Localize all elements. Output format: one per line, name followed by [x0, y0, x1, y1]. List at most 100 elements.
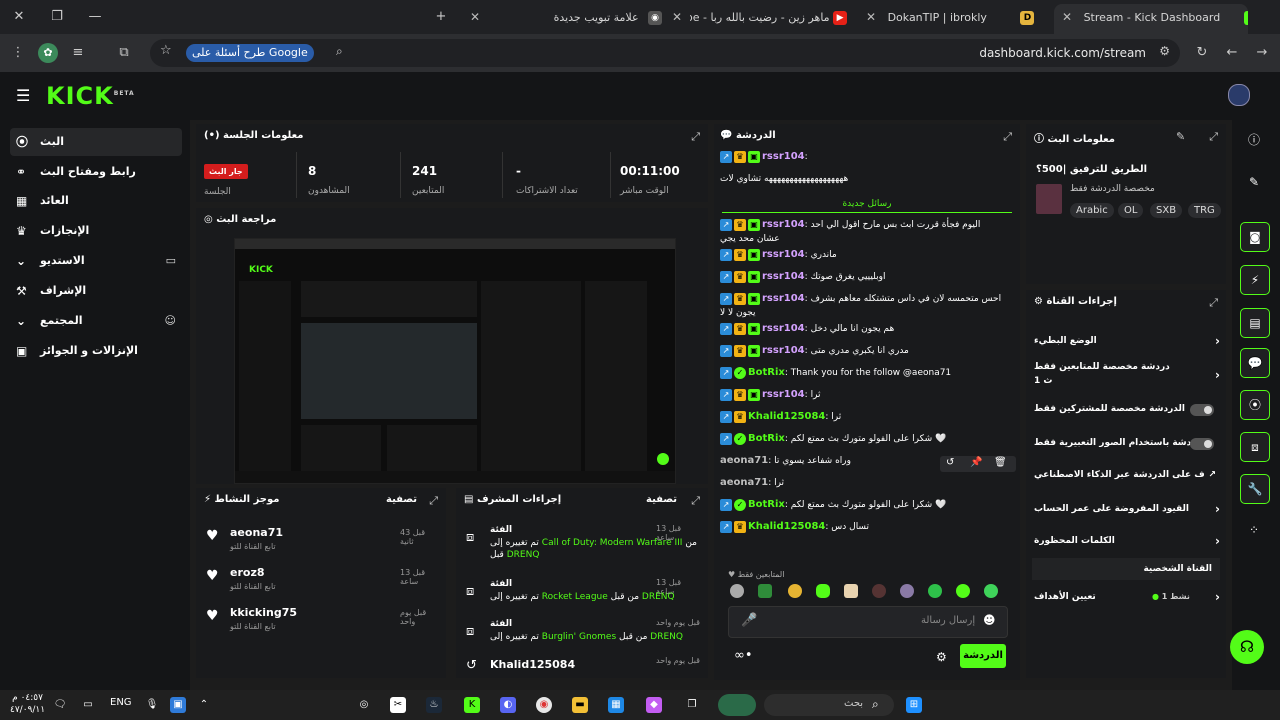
layout-icon[interactable]: ⧈ [1240, 432, 1270, 462]
expand-icon[interactable]: ⤢ [691, 494, 700, 508]
chat-message[interactable]: ↗ ♛ ▣ rssr104: هم يجون انا مالي دخل [720, 322, 1002, 336]
chat-message[interactable]: ↗ ♛ ▣ rssr104: مدري انا يكبري مدري متى [720, 344, 1002, 358]
copilot-icon[interactable]: ◆ [646, 697, 662, 713]
task-view-icon[interactable]: ❐ [684, 697, 700, 713]
emote-icon[interactable] [956, 584, 970, 598]
emote-icon[interactable] [984, 584, 998, 598]
expand-icon[interactable]: ⤢ [1209, 296, 1218, 310]
support-headset-icon[interactable]: ☊ [1230, 630, 1264, 664]
emote-only-toggle[interactable] [1190, 438, 1214, 450]
chat-username[interactable]: BotRix [748, 367, 785, 378]
tab-dokantip[interactable]: ✕ DokanTIP | ibrokly D [858, 4, 1052, 30]
language-indicator[interactable]: ENG [110, 697, 132, 708]
ai-moderation-row[interactable]: الإشراف على الدردشة عبر الذكاء الاصطناعي… [1034, 466, 1222, 490]
emote-icon[interactable] [758, 584, 772, 598]
chat-message[interactable]: ↗ ♛ ▣ rssr104: اليوم فجأة قررت ابث بس مارح … [720, 218, 1002, 246]
store-icon[interactable]: ▦ [608, 697, 624, 713]
file-explorer-icon[interactable]: ▬ [572, 697, 588, 713]
more-tools-icon[interactable]: ⁘ [1240, 516, 1268, 544]
emoji-icon[interactable]: ☻ [983, 613, 996, 627]
chat-username[interactable]: rssr104 [762, 293, 805, 304]
set-goals-row[interactable]: تعيين الأهداف ● نشط 1 › [1034, 588, 1222, 612]
obs-icon[interactable]: ◎ [356, 697, 372, 713]
back-icon[interactable]: ← [1222, 43, 1242, 63]
chat-message[interactable]: ↗ ♛ Khalid125084: تسال دس [720, 520, 1002, 534]
chat-message[interactable]: ↗ ♛ ▣ rssr104: احس متحمسه لان في داس متشتكل… [720, 292, 1002, 320]
discord-icon[interactable]: ◐ [500, 697, 516, 713]
emote-icon[interactable] [872, 584, 886, 598]
chat-username[interactable]: rssr104 [762, 345, 805, 356]
emote-icon[interactable] [816, 584, 830, 598]
chat-message[interactable]: ↗ ♛ Khalid125084: ثرا [720, 410, 1002, 424]
chat-username[interactable]: rssr104 [762, 249, 805, 260]
notifications-icon[interactable]: 🗨 [52, 697, 68, 713]
activity-name[interactable]: kkicking75 [230, 606, 297, 619]
close-tab-icon[interactable]: ✕ [672, 10, 682, 24]
settings-icon[interactable]: ⚙ [936, 650, 947, 664]
edit-icon[interactable]: ✎ [1176, 130, 1185, 143]
omnibox[interactable]: ☆ طرح أسئلة على Google ⌕ dashboard.kick.… [150, 39, 1180, 67]
chat-username[interactable]: Khalid125084 [748, 411, 825, 422]
chat-username[interactable]: aeona71 [720, 477, 768, 488]
display-icon[interactable]: ▭ [80, 697, 96, 713]
nav-item-drops[interactable]: ▣ الإنزالات و الجوائز [10, 337, 182, 365]
nav-item-stream[interactable]: ⦿ البث [10, 128, 182, 156]
nav-item-achievements[interactable]: ♛ الإنجازات [10, 217, 182, 245]
chat-input[interactable]: 🎤 إرسال رسالة ☻ [728, 606, 1008, 638]
delete-icon[interactable]: 🗑 [994, 457, 1007, 468]
close-window-icon[interactable]: ✕ [8, 6, 30, 28]
nav-item-studio[interactable]: ⌄ الاستديو ▭ [10, 247, 182, 275]
nav-item-moderation[interactable]: ⚒ الإشراف [10, 277, 182, 305]
edit-icon[interactable]: ✎ [1240, 168, 1268, 196]
camera-icon[interactable]: ◙ [1240, 222, 1270, 252]
site-info-icon[interactable]: ⚙ [1159, 44, 1170, 58]
reload-icon[interactable]: ↻ [1192, 43, 1212, 63]
activity-name[interactable]: aeona71 [230, 526, 283, 539]
nav-item-revenue[interactable]: ▦ العائد [10, 187, 182, 215]
emote-icon[interactable] [900, 584, 914, 598]
forward-icon[interactable]: → [1252, 43, 1272, 63]
chat-message[interactable]: ↗ ♛ ▣ rssr104: ثرا [720, 388, 1002, 402]
wrench-icon[interactable]: 🔧 [1240, 474, 1270, 504]
chat-message[interactable]: ↗ ♛ ▣ rssr104: اوبليييي يغرق صوتك [720, 270, 1002, 284]
account-age-row[interactable]: القيود المفروضة على عمر الحساب › [1034, 500, 1222, 524]
chat-username[interactable]: rssr104 [762, 389, 805, 400]
chat-message[interactable]: aeona71: ثرا [720, 476, 1002, 490]
chat-username[interactable]: rssr104 [762, 271, 805, 282]
tab-kick-dashboard[interactable]: ✕ Stream - Kick Dashboard K [1054, 4, 1248, 34]
reply-icon[interactable]: ↺ [946, 457, 954, 468]
extension-icon[interactable]: ✿ [38, 43, 58, 63]
reading-list-icon[interactable]: ≡ [68, 43, 88, 63]
chat-username[interactable]: BotRix [748, 499, 785, 510]
flash-icon[interactable]: ⚡ [1240, 265, 1270, 295]
subs-only-toggle[interactable] [1190, 404, 1214, 416]
tab-youtube[interactable]: ✕ ماهر زين - رضيت بالله ربا - YouTube ▶ [664, 4, 858, 30]
mod-heading[interactable]: Khalid125084 [490, 658, 575, 671]
chat-username[interactable]: rssr104 [762, 323, 805, 334]
chat-messages[interactable]: ↗ ♛ ▣ rssr104: هههههههههههههههههههه تشاوي ل… [714, 150, 1020, 560]
app-tray-icon[interactable]: ▣ [170, 697, 186, 713]
widgets-icon[interactable] [718, 694, 756, 716]
emote-icon[interactable] [928, 584, 942, 598]
google-ask-pill[interactable]: طرح أسئلة على Google [186, 44, 314, 62]
stream-preview-video[interactable]: KICK [234, 238, 676, 484]
user-avatar[interactable] [1228, 84, 1250, 106]
start-windows-icon[interactable]: ⊞ [906, 697, 922, 713]
menu-kebab-icon[interactable]: ⋮ [8, 43, 28, 63]
info-icon[interactable]: ⓘ [1240, 126, 1268, 154]
filter-button[interactable]: تصفية [646, 494, 677, 505]
kick-logo[interactable]: KICKBETA [46, 82, 135, 110]
chat-message[interactable]: ↗ ♛ ▣ rssr104: [720, 150, 1002, 164]
chat-message[interactable]: ↗ ✓ BotRix: شكرا على الفولو متورك بث ممتع … [720, 432, 1002, 446]
activity-name[interactable]: eroz8 [230, 566, 265, 579]
chat-message[interactable]: هههههههههههههههههههه تشاوي لات [720, 172, 1002, 186]
pin-icon[interactable]: 📌 [970, 457, 982, 468]
banned-words-row[interactable]: الكلمات المحظورة › [1034, 532, 1222, 556]
emote-icon[interactable] [788, 584, 802, 598]
close-tab-icon[interactable]: ✕ [866, 10, 876, 24]
chat-username[interactable]: rssr104 [762, 219, 805, 230]
chat-message[interactable]: ↗ ✓ BotRix: شكرا على الفولو متورك بث ممتع … [720, 498, 1002, 512]
chat-username[interactable]: BotRix [748, 433, 785, 444]
nav-item-stream-key[interactable]: ⚭ رابط ومفتاح البث [10, 158, 182, 186]
chat-extras-icon[interactable]: ∞• [734, 648, 753, 663]
